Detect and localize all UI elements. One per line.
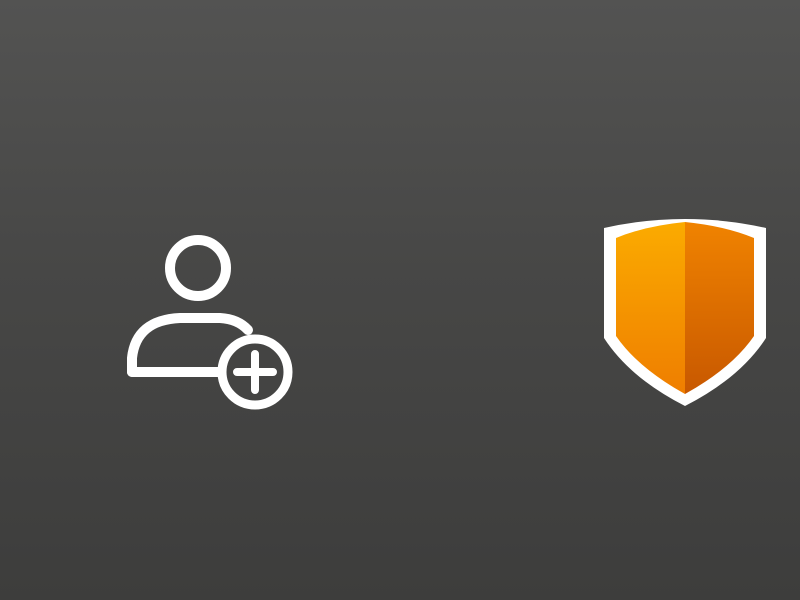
security-button[interactable] bbox=[585, 205, 785, 420]
add-user-icon bbox=[127, 235, 293, 410]
add-user-button[interactable] bbox=[110, 222, 310, 422]
shield-icon bbox=[604, 218, 766, 406]
toolbar bbox=[0, 0, 800, 600]
